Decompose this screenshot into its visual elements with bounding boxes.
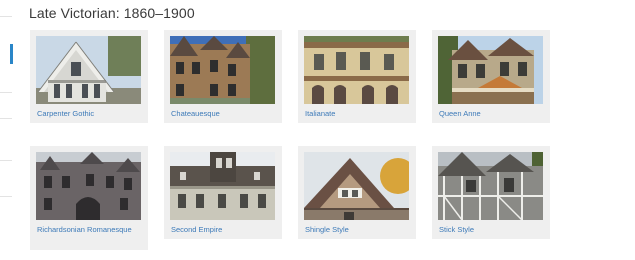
style-card-italianate[interactable]: Italianate [298, 30, 416, 123]
style-card-shingle-style[interactable]: Shingle Style [298, 146, 416, 239]
style-label: Queen Anne [439, 109, 481, 118]
carpenter-gothic-house-photo [36, 36, 141, 104]
style-card-chateauesque[interactable]: Chateauesque [164, 30, 282, 123]
style-label: Second Empire [171, 225, 223, 234]
architecture-style-gallery: Carpenter Gothic Chateauesque Italianate… [0, 0, 635, 260]
style-label: Carpenter Gothic [37, 109, 95, 118]
style-card-stick-style[interactable]: Stick Style [432, 146, 550, 239]
style-card-carpenter-gothic[interactable]: Carpenter Gothic [30, 30, 148, 123]
stick-style-house-photo [438, 152, 543, 220]
chateauesque-house-photo [170, 36, 275, 104]
second-empire-house-photo [170, 152, 275, 220]
queen-anne-house-photo [438, 36, 543, 104]
style-card-richardsonian-romanesque[interactable]: Richardsonian Romanesque [30, 146, 148, 250]
style-label: Chateauesque [171, 109, 220, 118]
style-label: Stick Style [439, 225, 475, 234]
richardsonian-romanesque-house-photo [36, 152, 141, 220]
style-card-second-empire[interactable]: Second Empire [164, 146, 282, 239]
shingle-style-house-photo [304, 152, 409, 220]
style-label: Richardsonian Romanesque [37, 225, 132, 234]
style-label: Shingle Style [305, 225, 349, 234]
style-card-queen-anne[interactable]: Queen Anne [432, 30, 550, 123]
italianate-house-photo [304, 36, 409, 104]
style-label: Italianate [305, 109, 336, 118]
